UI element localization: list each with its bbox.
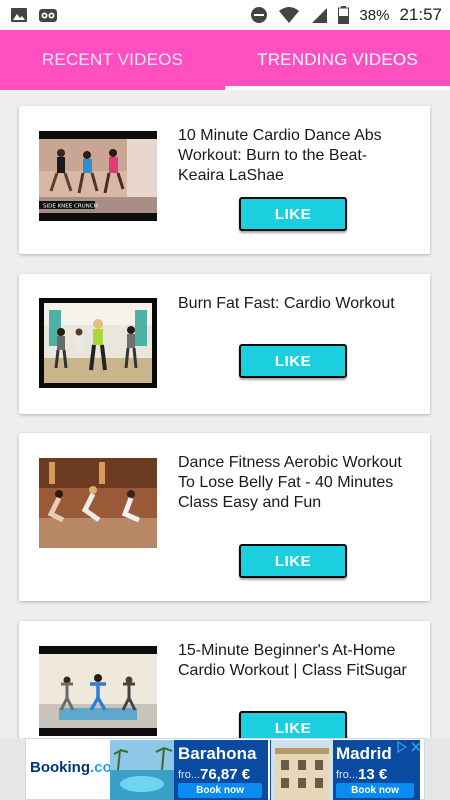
- video-list[interactable]: SIDE KNEE CRUNCH 10 Minute Cardio Dance …: [0, 90, 450, 738]
- clock: 21:57: [399, 5, 442, 24]
- booking-ad[interactable]: Booking.com Barahona fro... 76,87 € Book…: [25, 738, 425, 800]
- video-thumbnail-image: [39, 458, 157, 548]
- video-thumbnail-image: [39, 646, 157, 736]
- video-title[interactable]: Dance Fitness Aerobic Workout To Lose Be…: [178, 453, 408, 513]
- battery-icon: [338, 6, 350, 24]
- video-thumbnail[interactable]: [39, 646, 157, 736]
- ad-info-icon[interactable]: [396, 741, 408, 753]
- video-thumbnail-image: [39, 298, 157, 388]
- like-button[interactable]: LIKE: [239, 544, 347, 578]
- signal-icon: [312, 8, 328, 23]
- tab-bar: RECENT VIDEOS TRENDING VIDEOS: [0, 30, 450, 90]
- book-now-button[interactable]: Book now: [336, 783, 414, 798]
- video-card[interactable]: 15-Minute Beginner's At-Home Cardio Work…: [19, 621, 430, 738]
- video-thumbnail[interactable]: [39, 458, 157, 548]
- ad-offer-barahona[interactable]: Barahona fro... 76,87 € Book now: [110, 740, 268, 800]
- close-icon[interactable]: [410, 741, 422, 753]
- status-bar-right: 38% 21:57: [250, 5, 442, 25]
- like-button[interactable]: LIKE: [239, 344, 347, 378]
- video-title[interactable]: 10 Minute Cardio Dance Abs Workout: Burn…: [178, 126, 408, 186]
- ad-choices[interactable]: [396, 741, 422, 753]
- gallery-icon: [11, 8, 27, 22]
- notification-app-icon: [39, 9, 57, 22]
- tab-trending-videos[interactable]: TRENDING VIDEOS: [225, 30, 450, 90]
- ad-from: fro...: [178, 769, 201, 781]
- ad-banner[interactable]: Booking.com Barahona fro... 76,87 € Book…: [0, 738, 450, 800]
- dnd-icon: [251, 7, 268, 23]
- video-thumbnail[interactable]: [39, 298, 157, 388]
- video-card[interactable]: SIDE KNEE CRUNCH 10 Minute Cardio Dance …: [19, 106, 430, 254]
- ad-city: Barahona: [178, 744, 257, 763]
- like-button[interactable]: LIKE: [239, 711, 347, 738]
- status-bar-left: [10, 7, 58, 23]
- tab-recent-videos-label: RECENT VIDEOS: [41, 50, 184, 69]
- ad-price: 76,87 €: [200, 766, 251, 783]
- video-card[interactable]: Dance Fitness Aerobic Workout To Lose Be…: [19, 433, 430, 601]
- ad-from: fro...: [336, 769, 359, 781]
- tab-trending-videos-label: TRENDING VIDEOS: [257, 50, 418, 69]
- ad-price: 13 €: [358, 766, 388, 783]
- video-title[interactable]: Burn Fat Fast: Cardio Workout: [178, 294, 408, 314]
- wifi-icon: [279, 7, 300, 23]
- video-thumbnail[interactable]: SIDE KNEE CRUNCH: [39, 131, 157, 221]
- like-button[interactable]: LIKE: [239, 197, 347, 231]
- booking-logo-name: Booking: [30, 759, 90, 776]
- video-thumbnail-image: SIDE KNEE CRUNCH: [39, 131, 157, 221]
- video-card[interactable]: Burn Fat Fast: Cardio Workout LIKE: [19, 274, 430, 414]
- hotel-building-image: [271, 740, 333, 800]
- book-now-button[interactable]: Book now: [178, 783, 262, 798]
- tab-recent-videos[interactable]: RECENT VIDEOS: [0, 30, 225, 90]
- ad-city: Madrid: [336, 744, 392, 763]
- hotel-pool-image: [110, 740, 174, 800]
- battery-percent: 38%: [359, 6, 390, 24]
- video-title[interactable]: 15-Minute Beginner's At-Home Cardio Work…: [178, 641, 408, 681]
- thumbnail-caption: SIDE KNEE CRUNCH: [43, 204, 98, 210]
- status-bar: 38% 21:57: [0, 0, 450, 30]
